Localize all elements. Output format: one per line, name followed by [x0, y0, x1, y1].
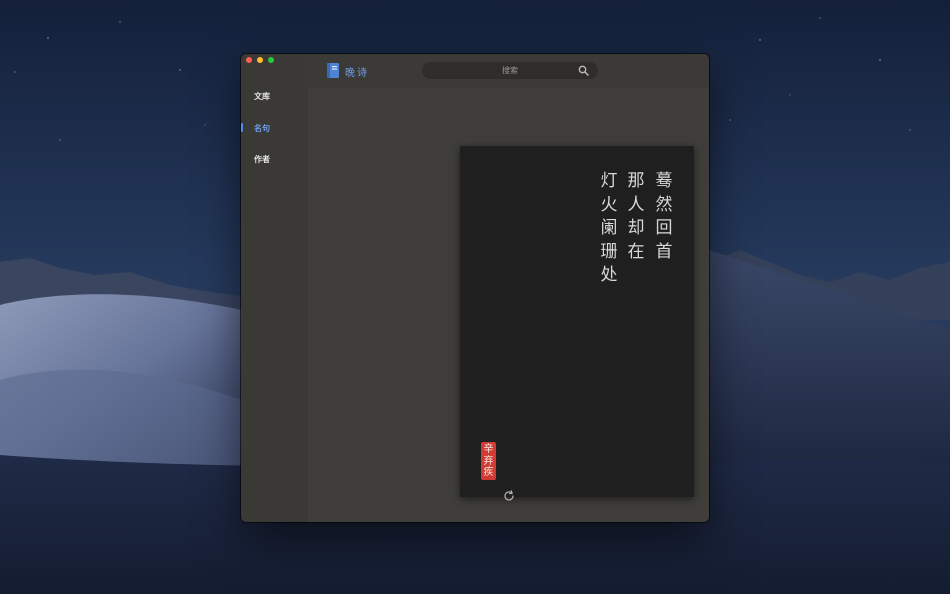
- sidebar-item-quotes[interactable]: 名句: [254, 123, 270, 134]
- main-content: 蓦然回首 那人却在 灯火阑珊处 辛弃疾: [308, 88, 709, 522]
- poem-card: 蓦然回首 那人却在 灯火阑珊处 辛弃疾: [460, 146, 694, 497]
- author-seal[interactable]: 辛弃疾: [481, 442, 496, 480]
- app-title: 晚诗: [345, 68, 369, 79]
- book-icon: [327, 63, 339, 78]
- window-controls: [246, 57, 274, 63]
- sidebar-item-authors[interactable]: 作者: [254, 154, 270, 165]
- sidebar-item-library[interactable]: 文库: [254, 91, 270, 102]
- app-window: 文库 名句 作者 晚诗 搜索 蓦然回首 那人却在 灯火阑珊处 辛弃疾: [241, 54, 709, 522]
- poem-line-1: 蓦然回首: [655, 171, 673, 262]
- poem-line-3: 灯火阑珊处: [600, 171, 618, 285]
- search-placeholder: 搜索: [502, 66, 518, 75]
- sidebar-selection-indicator: [241, 123, 243, 132]
- poem-line-2: 那人却在: [627, 171, 645, 262]
- refresh-icon[interactable]: [503, 490, 515, 502]
- sidebar: 文库 名句 作者: [241, 54, 308, 522]
- zoom-icon[interactable]: [268, 57, 274, 63]
- search-icon[interactable]: [578, 65, 589, 76]
- minimize-icon[interactable]: [257, 57, 263, 63]
- search-bar[interactable]: 搜索: [422, 62, 598, 79]
- close-icon[interactable]: [246, 57, 252, 63]
